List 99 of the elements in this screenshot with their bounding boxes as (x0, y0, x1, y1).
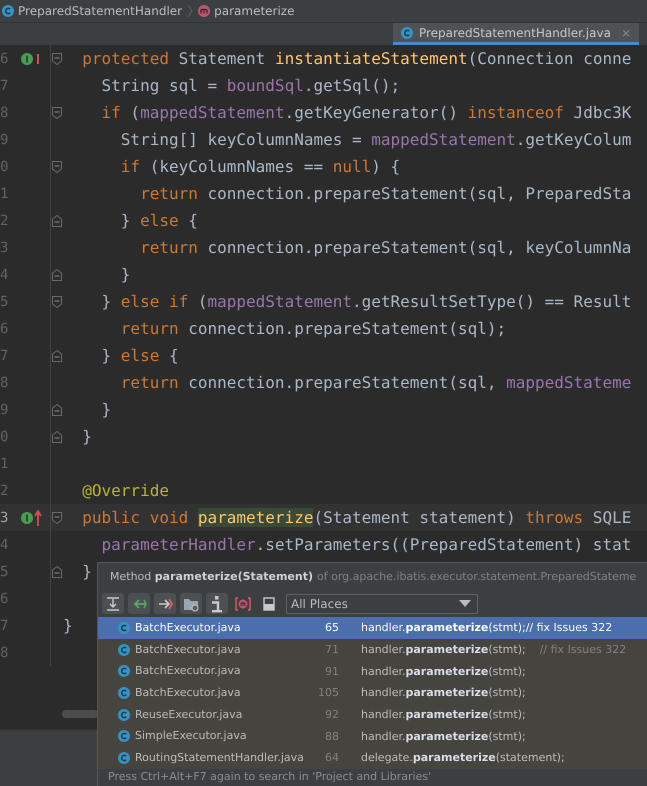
toolbar-button[interactable] (102, 593, 124, 614)
class-icon (118, 622, 130, 634)
line-number: 9 (0, 132, 10, 148)
method-filter-icon (234, 594, 252, 612)
code-line: return connection.prepareStatement(sql, keyColumnNa (139, 238, 632, 257)
file-name: RoutingStatementHandler.java (135, 750, 305, 766)
line-number: 3 (0, 510, 10, 526)
usage-row[interactable]: BatchExecutor.java 65 handler.parameterize(stmt);// fix Issues 322 (98, 617, 647, 639)
line-number: 64 (324, 751, 339, 764)
code-line: } (120, 265, 130, 284)
code-line: protected Statement instantiateStatement(Connection conne (81, 49, 632, 68)
line-number: 5 (0, 564, 10, 580)
chevron-icon (187, 4, 194, 18)
toolbar-button[interactable] (180, 593, 202, 614)
usage-row[interactable]: RoutingStatementHandler.java 64 delegate.parameterize(statement); (98, 747, 647, 769)
scope-dropdown[interactable]: All Places (286, 594, 478, 614)
line-number: 4 (0, 266, 10, 282)
file-name: SimpleExecutor.java (135, 728, 248, 744)
class-icon (2, 5, 14, 17)
code-line: } (63, 616, 73, 635)
class-icon (400, 26, 413, 38)
line-number: 1 (0, 456, 10, 472)
line-number: 7 (0, 78, 10, 94)
line-number: 6 (0, 50, 10, 66)
line-number: 8 (0, 644, 10, 660)
line-number: 7 (0, 348, 10, 364)
code-line: if (keyColumnNames == null) { (120, 157, 400, 176)
class-icon (118, 752, 130, 764)
breadcrumb-item[interactable]: PreparedStatementHandler (18, 4, 182, 18)
class-icon (118, 665, 130, 678)
line-number: 0 (0, 428, 10, 444)
line-number: 105 (317, 686, 339, 700)
line-number: 91 (324, 664, 339, 678)
code-line: if (mappedStatement.getKeyGenerator() instanceof Jdbc3K (100, 103, 632, 122)
code-line: return connection.prepareStatement(sql); (120, 319, 506, 338)
code-line: } else { (120, 211, 198, 230)
line-number: 4 (0, 536, 10, 552)
usage-row[interactable]: ReuseExecutor.java 92 handler.parameterize(stmt); (98, 704, 647, 726)
code-snippet: handler.parameterize(stmt); (361, 686, 526, 700)
line-number: 65 (324, 621, 339, 634)
toolbar-button[interactable] (154, 593, 176, 614)
line-number: 9 (0, 402, 10, 418)
line-number: 71 (324, 643, 339, 656)
code-line: } else { (100, 346, 179, 365)
code-snippet: handler.parameterize(stmt); (361, 643, 526, 656)
usage-row[interactable]: BatchExecutor.java 91 handler.parameterize(stmt); (98, 660, 647, 682)
popup-title: Method parameterize(Statement) (110, 570, 313, 583)
caret-icon (459, 600, 471, 607)
line-number: 92 (324, 708, 339, 722)
line-number: 8 (0, 104, 10, 120)
line-number: 88 (324, 730, 339, 743)
breadcrumb-item[interactable]: parameterize (214, 4, 294, 18)
code-snippet: handler.parameterize(stmt); (361, 664, 526, 678)
code-line: } (81, 562, 92, 581)
code-snippet: handler.parameterize(stmt);// fix Issues 322 (361, 621, 612, 634)
method-icon (198, 5, 210, 17)
usage-row[interactable]: SimpleExecutor.java 88 handler.parameterize(stmt); (98, 725, 647, 748)
hint-text: Press Ctrl+Alt+F7 again to search in 'Project and Libraries' (107, 768, 432, 783)
class-icon (118, 644, 130, 656)
line-number: 6 (0, 320, 10, 336)
code-snippet: handler.parameterize(stmt); (361, 730, 526, 743)
line-number: 6 (0, 590, 10, 606)
code-line: parameterHandler.setParameters((PreparedStatement) stat (100, 535, 632, 554)
code-snippet: delegate.parameterize(statement); (361, 751, 565, 764)
usage-row[interactable]: BatchExecutor.java 71 handler.parameterize(stmt); // fix Issues 322 (98, 638, 647, 660)
line-number: 8 (0, 374, 10, 390)
code-line: } (100, 400, 112, 419)
code-line: public void parameterize(Statement statement) throws SQLE (81, 508, 632, 527)
usage-row[interactable]: BatchExecutor.java 105 handler.parameterize(stmt); (98, 682, 647, 704)
file-name: ReuseExecutor.java (135, 706, 244, 723)
line-number: 2 (0, 482, 10, 498)
line-number: 5 (0, 294, 10, 310)
code-line: return connection.prepareStatement(sql, mappedStateme (120, 373, 632, 392)
file-name: BatchExecutor.java (135, 642, 242, 658)
expand-icon (104, 594, 122, 612)
code-line: } (81, 427, 92, 446)
toolbar-button[interactable] (206, 593, 228, 614)
class-icon (118, 686, 130, 699)
class-icon (118, 708, 130, 721)
scrollbar-thumb[interactable] (62, 710, 98, 718)
code-line: @Override (81, 481, 169, 500)
code-line: String[] keyColumnNames = mappedStatement.getKeyColum (120, 130, 632, 149)
code-line: return connection.prepareStatement(sql, PreparedSta (139, 184, 632, 203)
line-number: 3 (0, 240, 10, 256)
line-number: 1 (0, 186, 10, 202)
line-number: 7 (0, 618, 10, 634)
file-name: BatchExecutor.java (135, 684, 242, 701)
code-line: } else if (mappedStatement.getResultSetType() == Result (100, 292, 632, 311)
code-line: String sql = boundSql.getSql(); (100, 76, 400, 95)
editor-tab[interactable]: PreparedStatementHandler.java × (392, 23, 639, 45)
code-snippet: handler.parameterize(stmt); (361, 708, 526, 722)
file-name: BatchExecutor.java (135, 663, 242, 680)
line-number: 2 (0, 212, 10, 228)
file-name: BatchExecutor.java (135, 620, 242, 636)
code-comment: // fix Issues 322 (540, 643, 626, 656)
line-number: 0 (0, 158, 10, 174)
class-qualifier: of org.apache.ibatis.executor.statement.PreparedStateme (317, 570, 636, 583)
toolbar-button[interactable] (128, 593, 150, 614)
class-icon (118, 730, 130, 742)
